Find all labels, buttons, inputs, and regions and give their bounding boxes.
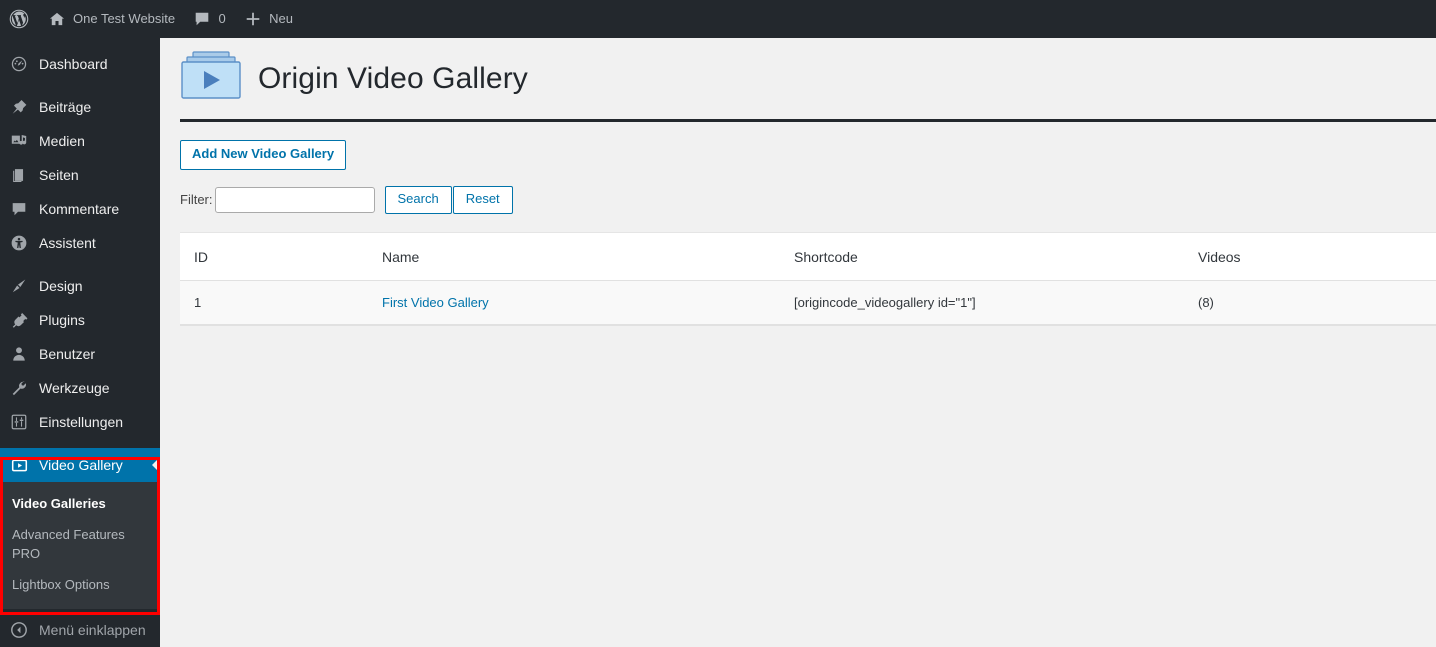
- admin-sidebar: Dashboard Beiträge Medien Seiten Komment…: [0, 38, 160, 647]
- new-content-button[interactable]: Neu: [235, 0, 302, 38]
- cell-shortcode: [origincode_videogallery id="1"]: [794, 280, 1198, 325]
- sidebar-item-assistent[interactable]: Assistent: [0, 226, 160, 260]
- table-body: 1 First Video Gallery [origincode_videog…: [180, 280, 1436, 325]
- collapse-arrow-icon: [9, 620, 29, 640]
- sidebar-item-label: Medien: [39, 133, 85, 149]
- site-name-button[interactable]: One Test Website: [39, 0, 184, 38]
- comment-bubble-icon: [9, 199, 29, 219]
- sidebar-item-label: Video Gallery: [39, 457, 123, 473]
- wordpress-logo-icon: [9, 9, 29, 29]
- sidebar-item-design[interactable]: Design: [0, 269, 160, 303]
- filter-label: Filter:: [180, 192, 213, 208]
- search-button[interactable]: Search: [384, 185, 452, 214]
- column-header-id: ID: [180, 232, 382, 281]
- page-title: Origin Video Gallery: [258, 61, 528, 95]
- submenu-pointer-icon: [152, 457, 160, 473]
- video-gallery-submenu: Video Galleries Advanced Features PRO Li…: [0, 482, 160, 610]
- reset-button[interactable]: Reset: [452, 185, 513, 214]
- main-content: Origin Video Gallery Add New Video Galle…: [160, 38, 1436, 647]
- sidebar-item-label: Dashboard: [39, 56, 108, 72]
- sidebar-item-medien[interactable]: Medien: [0, 124, 160, 158]
- menu-spacer-2: [0, 260, 160, 269]
- column-header-videos: Videos: [1198, 232, 1436, 281]
- menu-spacer-3: [0, 439, 160, 448]
- sidebar-item-label: Seiten: [39, 167, 79, 183]
- comments-count: 0: [218, 11, 226, 26]
- gallery-name-link[interactable]: First Video Gallery: [382, 295, 489, 310]
- filter-row: Filter: Search Reset: [160, 170, 1436, 214]
- submenu-item-lightbox-options[interactable]: Lightbox Options: [0, 570, 160, 601]
- media-icon: [9, 131, 29, 151]
- sidebar-item-video-gallery[interactable]: Video Gallery: [0, 448, 160, 482]
- pages-icon: [9, 165, 29, 185]
- menu-spacer-top: [0, 38, 160, 47]
- sidebar-item-label: Design: [39, 278, 83, 294]
- table-row: 1 First Video Gallery [origincode_videog…: [180, 280, 1436, 325]
- submenu-item-video-galleries[interactable]: Video Galleries: [0, 489, 160, 520]
- new-content-label: Neu: [269, 11, 293, 26]
- admin-bar: One Test Website 0 Neu: [0, 0, 1436, 38]
- collapse-menu-label: Menü einklappen: [39, 621, 146, 638]
- sliders-icon: [9, 412, 29, 432]
- sidebar-item-label: Benutzer: [39, 346, 96, 362]
- table-header-row: ID Name Shortcode Videos: [180, 232, 1436, 281]
- add-new-wrap: Add New Video Gallery: [160, 122, 1436, 170]
- video-play-box-icon: [9, 455, 29, 475]
- sidebar-item-benutzer[interactable]: Benutzer: [0, 337, 160, 371]
- cell-videos: (8): [1198, 280, 1436, 325]
- galleries-table-wrap: ID Name Shortcode Videos 1 First Video G…: [180, 231, 1436, 326]
- paintbrush-icon: [9, 276, 29, 296]
- plus-icon: [244, 10, 262, 28]
- sidebar-item-werkzeuge[interactable]: Werkzeuge: [0, 371, 160, 405]
- menu-spacer-1: [0, 81, 160, 90]
- cell-name: First Video Gallery: [382, 280, 794, 325]
- page-header: Origin Video Gallery: [160, 38, 1436, 107]
- pin-icon: [9, 97, 29, 117]
- sidebar-item-einstellungen[interactable]: Einstellungen: [0, 405, 160, 439]
- sidebar-item-seiten[interactable]: Seiten: [0, 158, 160, 192]
- sidebar-item-dashboard[interactable]: Dashboard: [0, 47, 160, 81]
- sidebar-item-label: Kommentare: [39, 201, 120, 217]
- comments-button[interactable]: 0: [184, 0, 235, 38]
- video-gallery-logo-icon: [180, 50, 242, 107]
- sidebar-item-kommentare[interactable]: Kommentare: [0, 192, 160, 226]
- sidebar-item-beitraege[interactable]: Beiträge: [0, 90, 160, 124]
- galleries-table: ID Name Shortcode Videos 1 First Video G…: [180, 232, 1436, 325]
- user-icon: [9, 344, 29, 364]
- filter-input[interactable]: [214, 186, 375, 213]
- sidebar-item-label: Beiträge: [39, 99, 92, 115]
- column-header-name: Name: [382, 232, 794, 281]
- column-header-shortcode: Shortcode: [794, 232, 1198, 281]
- table-head: ID Name Shortcode Videos: [180, 232, 1436, 281]
- sidebar-item-label: Plugins: [39, 312, 85, 328]
- accessibility-icon: [9, 233, 29, 253]
- dashboard-gauge-icon: [9, 54, 29, 74]
- wordpress-logo-button[interactable]: [0, 0, 39, 38]
- sidebar-item-label: Einstellungen: [39, 414, 124, 430]
- submenu-item-advanced-features-pro[interactable]: Advanced Features PRO: [0, 520, 130, 570]
- sidebar-item-label: Werkzeuge: [39, 380, 110, 396]
- cell-id: 1: [180, 280, 382, 325]
- collapse-menu-button[interactable]: Menü einklappen: [0, 612, 160, 647]
- site-name-label: One Test Website: [73, 11, 176, 26]
- plug-icon: [9, 310, 29, 330]
- home-icon: [48, 10, 66, 28]
- comment-bubble-icon: [193, 10, 211, 28]
- add-new-video-gallery-button[interactable]: Add New Video Gallery: [180, 140, 347, 170]
- wrench-icon: [9, 378, 29, 398]
- sidebar-item-label: Assistent: [39, 235, 96, 251]
- sidebar-item-plugins[interactable]: Plugins: [0, 303, 160, 337]
